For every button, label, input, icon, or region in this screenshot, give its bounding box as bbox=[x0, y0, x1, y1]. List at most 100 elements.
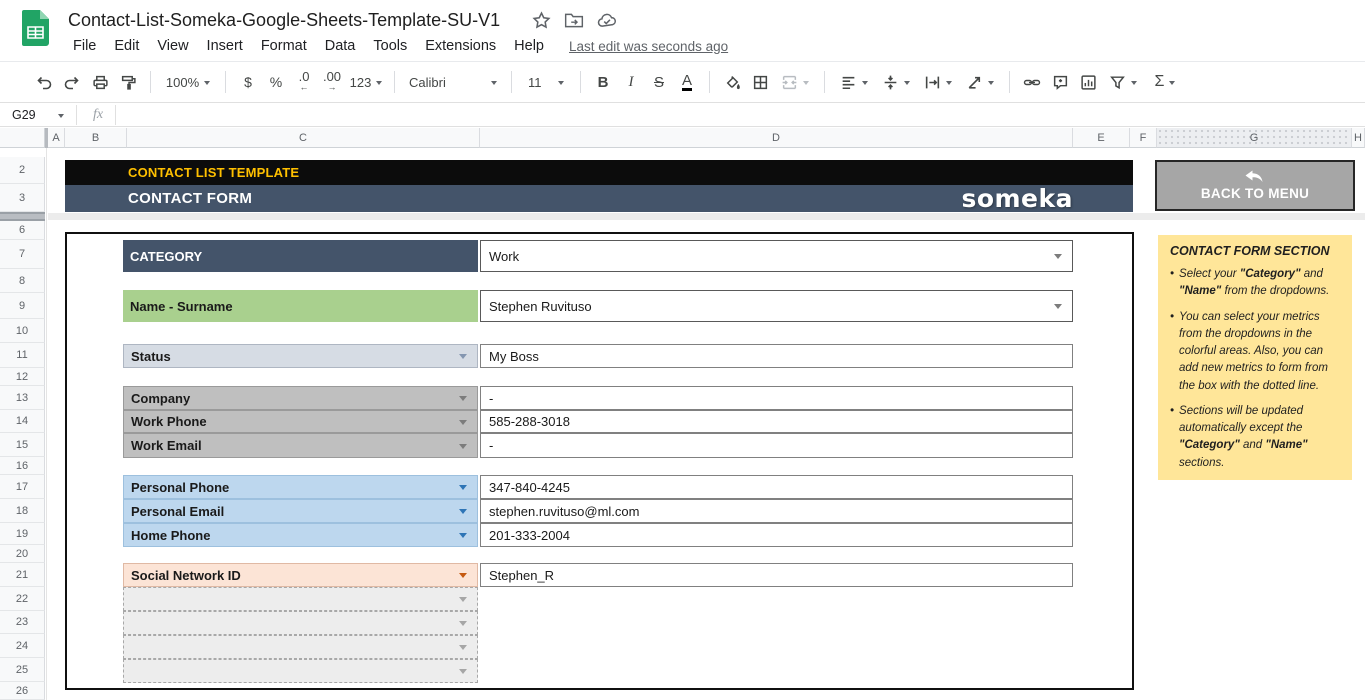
back-to-menu-button[interactable]: BACK TO MENU bbox=[1155, 160, 1355, 211]
increase-decimal-button[interactable]: .00→ bbox=[318, 67, 346, 97]
row-header-24[interactable]: 24 bbox=[0, 634, 45, 658]
paint-format-button[interactable] bbox=[114, 67, 142, 97]
menu-tools[interactable]: Tools bbox=[364, 36, 416, 56]
menu-help[interactable]: Help bbox=[505, 36, 553, 56]
personal-phone-label-cell[interactable]: Personal Phone bbox=[123, 475, 478, 499]
row-header-25[interactable]: 25 bbox=[0, 658, 45, 682]
row-header-14[interactable]: 14 bbox=[0, 410, 45, 433]
name-box[interactable]: G29 bbox=[12, 108, 58, 122]
company-value-cell[interactable]: - bbox=[480, 386, 1073, 410]
row-header-8[interactable]: 8 bbox=[0, 269, 45, 293]
redo-button[interactable] bbox=[58, 67, 86, 97]
empty-metric-row[interactable] bbox=[123, 611, 478, 635]
personal-email-value-cell[interactable]: stephen.ruvituso@ml.com bbox=[480, 499, 1073, 523]
row-header-11[interactable]: 11 bbox=[0, 343, 45, 368]
name-value-cell[interactable]: Stephen Ruvituso bbox=[480, 290, 1073, 322]
row-header-16[interactable]: 16 bbox=[0, 457, 45, 475]
status-label-cell[interactable]: Status bbox=[123, 344, 478, 368]
font-size-select[interactable]: 11 bbox=[520, 67, 572, 97]
star-icon[interactable] bbox=[532, 11, 551, 30]
menu-view[interactable]: View bbox=[148, 36, 197, 56]
row-header-9[interactable]: 9 bbox=[0, 293, 45, 319]
row-header-23[interactable]: 23 bbox=[0, 611, 45, 634]
text-rotation-button[interactable] bbox=[959, 67, 1001, 97]
row-header-20[interactable]: 20 bbox=[0, 545, 45, 563]
cloud-saved-icon[interactable] bbox=[597, 11, 618, 30]
strikethrough-button[interactable]: S bbox=[645, 67, 673, 97]
dropdown-arrow-icon[interactable] bbox=[459, 420, 467, 429]
horizontal-align-button[interactable] bbox=[833, 67, 875, 97]
borders-button[interactable] bbox=[746, 67, 774, 97]
vertical-align-button[interactable] bbox=[875, 67, 917, 97]
dropdown-arrow-icon[interactable] bbox=[459, 533, 467, 542]
row-header-26[interactable]: 26 bbox=[0, 682, 45, 700]
empty-metric-row[interactable] bbox=[123, 659, 478, 683]
company-label-cell[interactable]: Company bbox=[123, 386, 478, 410]
dropdown-arrow-icon[interactable] bbox=[1054, 304, 1062, 313]
font-select[interactable]: Calibri bbox=[403, 67, 503, 97]
menu-data[interactable]: Data bbox=[316, 36, 365, 56]
fill-color-button[interactable] bbox=[718, 67, 746, 97]
more-formats-button[interactable]: 123 bbox=[346, 67, 386, 97]
insert-comment-button[interactable] bbox=[1046, 67, 1074, 97]
row-header-3[interactable]: 3 bbox=[0, 184, 45, 212]
column-header-F[interactable]: F bbox=[1130, 128, 1157, 148]
work-email-label-cell[interactable]: Work Email bbox=[123, 433, 478, 458]
merge-cells-button[interactable] bbox=[774, 67, 816, 97]
status-value-cell[interactable]: My Boss bbox=[480, 344, 1073, 368]
column-header-C[interactable]: C bbox=[127, 128, 480, 148]
dropdown-arrow-icon[interactable] bbox=[1054, 254, 1062, 263]
row-header-10[interactable]: 10 bbox=[0, 319, 45, 343]
zoom-select[interactable]: 100% bbox=[159, 67, 217, 97]
move-to-folder-icon[interactable] bbox=[564, 11, 584, 30]
insert-link-button[interactable] bbox=[1018, 67, 1046, 97]
row-header-2[interactable]: 2 bbox=[0, 157, 45, 184]
dropdown-arrow-icon[interactable] bbox=[459, 444, 467, 453]
dropdown-arrow-icon[interactable] bbox=[459, 354, 467, 363]
column-header-D[interactable]: D bbox=[480, 128, 1073, 148]
bold-button[interactable]: B bbox=[589, 67, 617, 97]
functions-button[interactable]: Σ bbox=[1144, 67, 1186, 97]
work-phone-label-cell[interactable]: Work Phone bbox=[123, 410, 478, 433]
row-header-6[interactable]: 6 bbox=[0, 221, 45, 240]
column-header-H[interactable]: H bbox=[1352, 128, 1365, 148]
row-header-21[interactable]: 21 bbox=[0, 563, 45, 587]
column-header-G[interactable]: G bbox=[1157, 128, 1352, 148]
sheets-logo-icon[interactable] bbox=[22, 10, 49, 46]
work-phone-value-cell[interactable]: 585-288-3018 bbox=[480, 410, 1073, 433]
category-value-cell[interactable]: Work bbox=[480, 240, 1073, 272]
row-header-18[interactable]: 18 bbox=[0, 499, 45, 523]
home-phone-value-cell[interactable]: 201-333-2004 bbox=[480, 523, 1073, 547]
menu-format[interactable]: Format bbox=[252, 36, 316, 56]
dropdown-arrow-icon[interactable] bbox=[459, 396, 467, 405]
text-color-button[interactable]: A bbox=[673, 67, 701, 97]
row-header-7[interactable]: 7 bbox=[0, 240, 45, 269]
dropdown-arrow-icon[interactable] bbox=[459, 573, 467, 582]
dropdown-arrow-icon[interactable] bbox=[459, 485, 467, 494]
dropdown-arrow-icon[interactable] bbox=[459, 645, 467, 654]
row-header-12[interactable]: 12 bbox=[0, 368, 45, 386]
menu-extensions[interactable]: Extensions bbox=[416, 36, 505, 56]
menu-insert[interactable]: Insert bbox=[198, 36, 252, 56]
insert-chart-button[interactable] bbox=[1074, 67, 1102, 97]
row-header-13[interactable]: 13 bbox=[0, 386, 45, 410]
create-filter-button[interactable] bbox=[1102, 67, 1144, 97]
dropdown-arrow-icon[interactable] bbox=[459, 509, 467, 518]
italic-button[interactable]: I bbox=[617, 67, 645, 97]
empty-metric-row[interactable] bbox=[123, 587, 478, 611]
row-header-15[interactable]: 15 bbox=[0, 433, 45, 457]
format-currency-button[interactable]: $ bbox=[234, 67, 262, 97]
last-edit-link[interactable]: Last edit was seconds ago bbox=[569, 39, 728, 54]
personal-phone-value-cell[interactable]: 347-840-4245 bbox=[480, 475, 1073, 499]
document-title[interactable]: Contact-List-Someka-Google-Sheets-Templa… bbox=[68, 10, 500, 31]
print-button[interactable] bbox=[86, 67, 114, 97]
row-header-17[interactable]: 17 bbox=[0, 475, 45, 499]
personal-email-label-cell[interactable]: Personal Email bbox=[123, 499, 478, 523]
hidden-rows-indicator[interactable] bbox=[0, 212, 45, 221]
column-header-A[interactable]: A bbox=[48, 128, 65, 148]
format-percent-button[interactable]: % bbox=[262, 67, 290, 97]
column-header-E[interactable]: E bbox=[1073, 128, 1130, 148]
work-email-value-cell[interactable]: - bbox=[480, 433, 1073, 458]
menu-edit[interactable]: Edit bbox=[105, 36, 148, 56]
row-header-22[interactable]: 22 bbox=[0, 587, 45, 611]
